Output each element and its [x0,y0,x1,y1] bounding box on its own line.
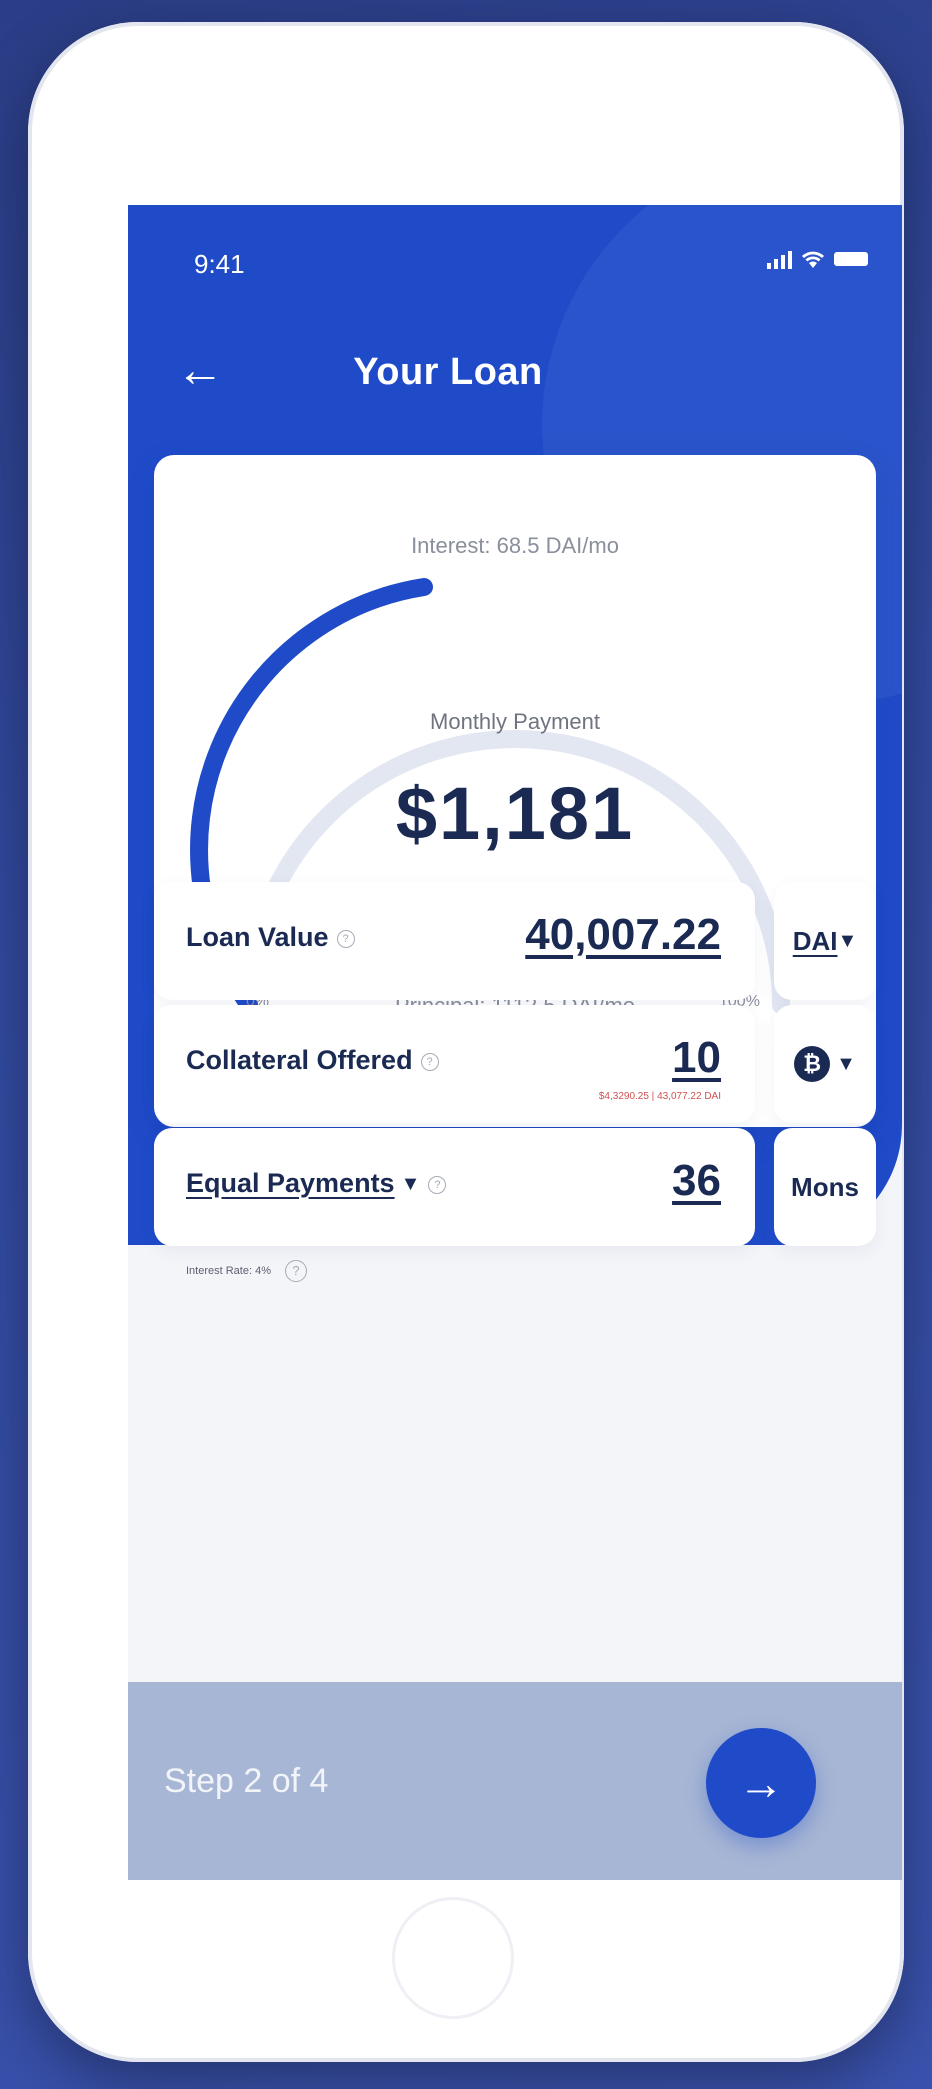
equal-payments-label: Equal Payments ▼? [186,1168,447,1199]
payments-unit-label: Mons [791,1171,859,1202]
help-icon[interactable]: ? [336,929,355,948]
payments-count-input[interactable]: 36 [672,1156,721,1206]
help-icon[interactable]: ? [285,1260,307,1282]
caret-down-icon: ▼ [836,1052,856,1075]
loan-value-label: Loan Value? [186,922,355,953]
page-title: Your Loan [353,351,543,393]
caret-down-icon[interactable]: ▼ [401,1173,421,1195]
collateral-currency-select[interactable]: ₿ ▼ [774,1005,876,1123]
status-time: 9:41 [194,249,245,279]
loan-value-row: Loan Value? 40,007.22 [154,882,755,1000]
help-icon[interactable]: ? [420,1052,439,1071]
loan-value-input[interactable]: 40,007.22 [525,910,721,960]
step-indicator: Step 2 of 4 [164,1762,329,1800]
loan-currency-select[interactable]: DAI ▼ [774,882,876,1000]
payments-unit: Mons [774,1128,876,1246]
phone-frame: 9:41 ← Your Loan Interest: 68.5 DAI/mo M… [28,22,904,2062]
equal-payments-row: Equal Payments ▼? 36 [154,1128,755,1246]
monthly-payment-amount: $1,181 [395,772,635,855]
collateral-row: Collateral Offered? 10 $4,3290.25 | 43,0… [154,1005,755,1123]
footer-bar: Step 2 of 4 → [128,1682,902,1880]
wifi-icon [802,251,824,268]
arrow-right-icon: → [738,1757,784,1809]
help-icon[interactable]: ? [428,1175,447,1194]
signal-icon [767,249,792,269]
app-screen: 9:41 ← Your Loan Interest: 68.5 DAI/mo M… [128,205,902,1880]
collateral-subtext: $4,3290.25 | 43,077.22 DAI [598,1091,721,1102]
loan-value-label-text: Loan Value [186,922,329,952]
home-button[interactable] [392,1897,514,2019]
monthly-payment-label: Monthly Payment [430,709,600,734]
bitcoin-icon: ₿ [794,1046,831,1082]
caret-down-icon: ▼ [837,929,858,952]
collateral-label-text: Collateral Offered [186,1045,413,1075]
next-button[interactable]: → [706,1728,816,1838]
status-icons [767,249,868,269]
battery-icon [834,252,868,266]
interest-rate-text: Interest Rate: 4% [186,1264,271,1277]
interest-rate-note: Interest Rate: 4%? [186,1260,307,1282]
loan-currency-label: DAI [792,925,838,956]
collateral-label: Collateral Offered? [186,1045,439,1076]
collateral-input[interactable]: 10 [672,1033,721,1083]
equal-payments-dropdown[interactable]: Equal Payments [186,1168,395,1198]
